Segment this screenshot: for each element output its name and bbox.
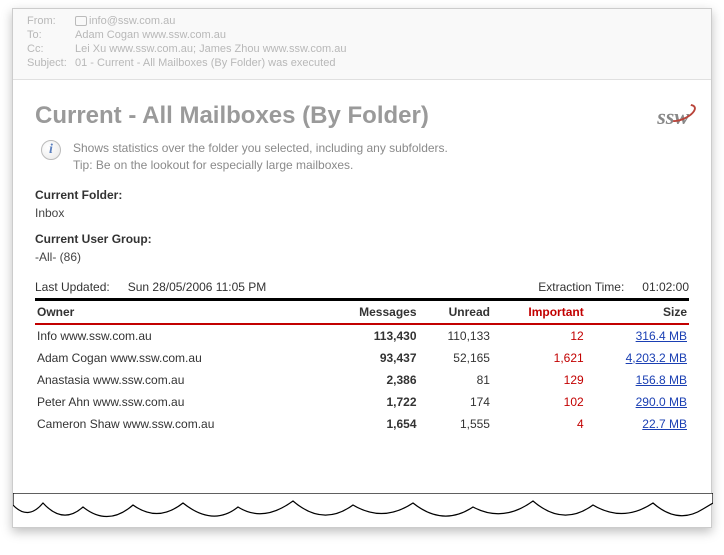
current-group-value: -All- (86) [35,250,689,264]
report-content: Current - All Mailboxes (By Folder) ssw … [13,80,711,435]
current-group-label: Current User Group: [35,232,689,246]
from-value: info@ssw.com.au [89,15,175,27]
cell-messages: 93,437 [322,347,419,369]
current-folder-label: Current Folder: [35,188,689,202]
current-folder-value: Inbox [35,206,689,220]
info-icon: i [41,140,61,160]
size-link[interactable]: 290.0 MB [636,395,687,409]
cell-size: 290.0 MB [586,391,689,413]
cell-unread: 174 [419,391,492,413]
email-header-block: From: info@ssw.com.au To: Adam Cogan www… [13,9,711,80]
update-row: Last Updated: Sun 28/05/2006 11:05 PM Ex… [35,278,689,301]
cell-messages: 1,722 [322,391,419,413]
cell-messages: 113,430 [322,324,419,347]
cell-unread: 81 [419,369,492,391]
size-link[interactable]: 4,203.2 MB [626,351,687,365]
cell-size: 156.8 MB [586,369,689,391]
cell-unread: 1,555 [419,413,492,435]
cell-messages: 2,386 [322,369,419,391]
cell-size: 316.4 MB [586,324,689,347]
cell-owner: Adam Cogan www.ssw.com.au [35,347,322,369]
subject-value: 01 - Current - All Mailboxes (By Folder)… [75,57,335,69]
last-updated-value: Sun 28/05/2006 11:05 PM [128,280,267,294]
to-value: Adam Cogan www.ssw.com.au [75,29,226,41]
cell-important: 4 [492,413,586,435]
table-row: Cameron Shaw www.ssw.com.au1,6541,5554 22… [35,413,689,435]
from-label: From: [27,15,75,27]
cell-unread: 110,133 [419,324,492,347]
torn-edge-decoration [13,493,713,529]
table-header-row: Owner Messages Unread Important Size [35,301,689,324]
cell-important: 129 [492,369,586,391]
table-row: Anastasia www.ssw.com.au2,38681129 156.8 … [35,369,689,391]
cell-important: 1,621 [492,347,586,369]
col-size: Size [586,301,689,324]
cell-owner: Peter Ahn www.ssw.com.au [35,391,322,413]
table-row: Peter Ahn www.ssw.com.au1,722174102 290.0… [35,391,689,413]
cell-owner: Info www.ssw.com.au [35,324,322,347]
extraction-time-value: 01:02:00 [642,280,689,294]
ssw-logo: ssw [657,104,689,130]
extraction-time-label: Extraction Time: [538,280,624,294]
size-link[interactable]: 156.8 MB [636,373,687,387]
col-unread: Unread [419,301,492,324]
to-label: To: [27,29,75,41]
envelope-icon [75,16,87,26]
info-text: Shows statistics over the folder you sel… [73,140,448,174]
cell-important: 12 [492,324,586,347]
cc-label: Cc: [27,43,75,55]
col-messages: Messages [322,301,419,324]
cell-owner: Cameron Shaw www.ssw.com.au [35,413,322,435]
table-row: Info www.ssw.com.au113,430110,13312 316.4… [35,324,689,347]
table-row: Adam Cogan www.ssw.com.au93,43752,1651,6… [35,347,689,369]
col-important: Important [492,301,586,324]
col-owner: Owner [35,301,322,324]
email-report-container: From: info@ssw.com.au To: Adam Cogan www… [12,8,712,528]
cell-messages: 1,654 [322,413,419,435]
cc-value: Lei Xu www.ssw.com.au; James Zhou www.ss… [75,43,346,55]
last-updated-label: Last Updated: [35,280,110,294]
info-line-2: Tip: Be on the lookout for especially la… [73,158,353,172]
cell-important: 102 [492,391,586,413]
size-link[interactable]: 316.4 MB [636,329,687,343]
page-title: Current - All Mailboxes (By Folder) [35,102,429,130]
cell-owner: Anastasia www.ssw.com.au [35,369,322,391]
size-link[interactable]: 22.7 MB [642,417,687,431]
subject-label: Subject: [27,57,75,69]
mailbox-table: Owner Messages Unread Important Size Inf… [35,301,689,435]
cell-size: 22.7 MB [586,413,689,435]
cell-size: 4,203.2 MB [586,347,689,369]
info-line-1: Shows statistics over the folder you sel… [73,141,448,155]
cell-unread: 52,165 [419,347,492,369]
